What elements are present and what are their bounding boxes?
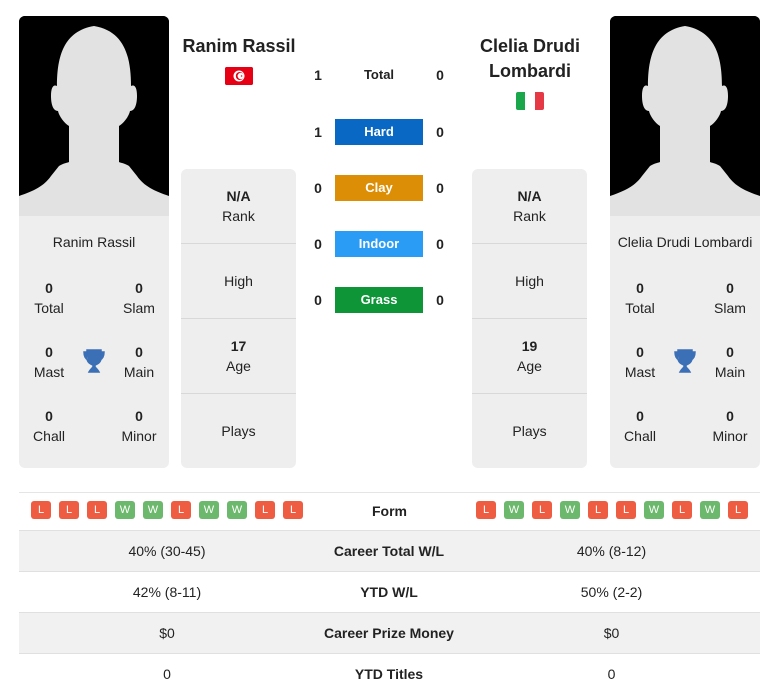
stat-left-value: 40% (30-45): [128, 543, 206, 559]
form-badge-win[interactable]: W: [115, 501, 135, 519]
form-badge-loss[interactable]: L: [588, 501, 608, 519]
h2h-indoor-row: 0 Indoor 0: [305, 231, 455, 257]
stat-label: YTD W/L: [360, 584, 418, 600]
form-badge-win[interactable]: W: [644, 501, 664, 519]
stat-right-value: 0: [607, 666, 616, 682]
form-badge-loss[interactable]: L: [672, 501, 692, 519]
h2h-total-label: Total: [363, 67, 395, 82]
h2h-clay-row: 0 Clay 0: [305, 175, 455, 201]
form-badge-loss[interactable]: L: [476, 501, 496, 519]
h2h-clay-left: 0: [314, 180, 322, 196]
left-titles-mast: 0 Mast: [33, 344, 65, 380]
h2h-indoor-right: 0: [436, 236, 444, 252]
left-player-photo[interactable]: [19, 16, 169, 216]
right-info-card: N/A Rank High 19 Age Plays: [472, 169, 587, 468]
left-titles-minor: 0 Minor: [121, 408, 157, 444]
right-titles-total: 0 Total: [625, 280, 655, 316]
left-player-caption: Ranim Rassil: [52, 234, 136, 250]
form-badge-win[interactable]: W: [560, 501, 580, 519]
left-info-card: N/A Rank High 17 Age Plays: [181, 169, 296, 468]
h2h-total-row: 1 Total 0: [305, 62, 455, 88]
form-badge-loss[interactable]: L: [87, 501, 107, 519]
stat-left-value: 42% (8-11): [132, 584, 202, 600]
left-titles-slam: 0 Slam: [123, 280, 155, 316]
left-player-name[interactable]: Ranim Rassil: [164, 34, 314, 59]
tunisia-flag-icon: [225, 67, 253, 85]
h2h-grass-left: 0: [314, 292, 322, 308]
right-titles-slam: 0 Slam: [714, 280, 746, 316]
left-form-badges: LLLWWLWWLL: [31, 501, 303, 519]
trophy-icon: [82, 348, 106, 374]
left-age: 17 Age: [181, 319, 296, 394]
right-player-name[interactable]: Clelia Drudi Lombardi: [455, 34, 605, 84]
right-player-card: Clelia Drudi Lombardi 0 Total 0 Slam 0 Mast…: [610, 16, 760, 468]
surface-grass-badge[interactable]: Grass: [335, 287, 423, 313]
stat-row-ytd-titles: 0 YTD Titles 0: [19, 653, 760, 694]
stats-table: 40% (30-45) Career Total W/L 40% (8-12) …: [19, 530, 760, 694]
right-player-photo[interactable]: [610, 16, 760, 216]
form-badge-loss[interactable]: L: [171, 501, 191, 519]
h2h-grass-row: 0 Grass 0: [305, 287, 455, 313]
h2h-hard-row: 1 Hard 0: [305, 119, 455, 145]
stat-right-value: 50% (2-2): [580, 584, 643, 600]
left-plays: Plays: [221, 423, 256, 439]
form-badge-loss[interactable]: L: [31, 501, 51, 519]
right-titles-mast: 0 Mast: [624, 344, 656, 380]
surface-hard-badge[interactable]: Hard: [335, 119, 423, 145]
h2h-grass-right: 0: [436, 292, 444, 308]
silhouette-icon: [19, 16, 169, 216]
right-titles-main: 0 Main: [714, 344, 746, 380]
h2h-total-left: 1: [314, 67, 322, 83]
right-titles-chall: 0 Chall: [624, 408, 656, 444]
italy-flag-icon: [516, 92, 544, 110]
h2h-clay-right: 0: [436, 180, 444, 196]
right-titles-minor: 0 Minor: [712, 408, 748, 444]
left-titles-chall: 0 Chall: [33, 408, 65, 444]
left-high: High: [181, 244, 296, 319]
left-rank: N/A Rank: [181, 169, 296, 244]
right-age: 19 Age: [472, 319, 587, 394]
right-plays: Plays: [512, 423, 547, 439]
form-badge-loss[interactable]: L: [255, 501, 275, 519]
left-player-card: Ranim Rassil 0 Total 0 Slam 0 Mast 0 Main 0C…: [19, 16, 169, 468]
stat-left-value: 0: [163, 666, 171, 682]
silhouette-icon: [610, 16, 760, 216]
form-badge-win[interactable]: W: [143, 501, 163, 519]
form-badge-loss[interactable]: L: [616, 501, 636, 519]
form-badge-win[interactable]: W: [700, 501, 720, 519]
h2h-total-right: 0: [436, 67, 444, 83]
form-badge-loss[interactable]: L: [59, 501, 79, 519]
form-badge-win[interactable]: W: [504, 501, 524, 519]
h2h-hard-right: 0: [436, 124, 444, 140]
stat-right-value: 40% (8-12): [576, 543, 647, 559]
form-badge-win[interactable]: W: [199, 501, 219, 519]
h2h-hard-left: 1: [314, 124, 322, 140]
stat-row-prize-money: $0 Career Prize Money $0: [19, 612, 760, 653]
form-badge-loss[interactable]: L: [532, 501, 552, 519]
h2h-indoor-left: 0: [314, 236, 322, 252]
form-badge-loss[interactable]: L: [728, 501, 748, 519]
stat-label: Career Prize Money: [324, 625, 454, 641]
form-badge-win[interactable]: W: [227, 501, 247, 519]
stat-label: Career Total W/L: [333, 543, 445, 559]
trophy-icon: [673, 348, 697, 374]
form-badge-loss[interactable]: L: [283, 501, 303, 519]
left-titles-total: 0 Total: [34, 280, 64, 316]
stat-label: YTD Titles: [354, 666, 424, 682]
right-rank: N/A Rank: [472, 169, 587, 244]
form-label: Form: [372, 503, 407, 519]
right-player-caption: Clelia Drudi Lombardi: [617, 234, 753, 250]
stat-row-ytd-wl: 42% (8-11) YTD W/L 50% (2-2): [19, 571, 760, 612]
form-row: LLLWWLWWLL Form LWLWLLWLWL: [19, 492, 760, 528]
stat-row-career-wl: 40% (30-45) Career Total W/L 40% (8-12): [19, 530, 760, 571]
surface-indoor-badge[interactable]: Indoor: [335, 231, 423, 257]
stat-right-value: $0: [603, 625, 620, 641]
surface-clay-badge[interactable]: Clay: [335, 175, 423, 201]
right-form-badges: LWLWLLWLWL: [476, 501, 748, 519]
right-high: High: [472, 244, 587, 319]
left-titles-main: 0 Main: [123, 344, 155, 380]
stat-left-value: $0: [159, 625, 175, 641]
